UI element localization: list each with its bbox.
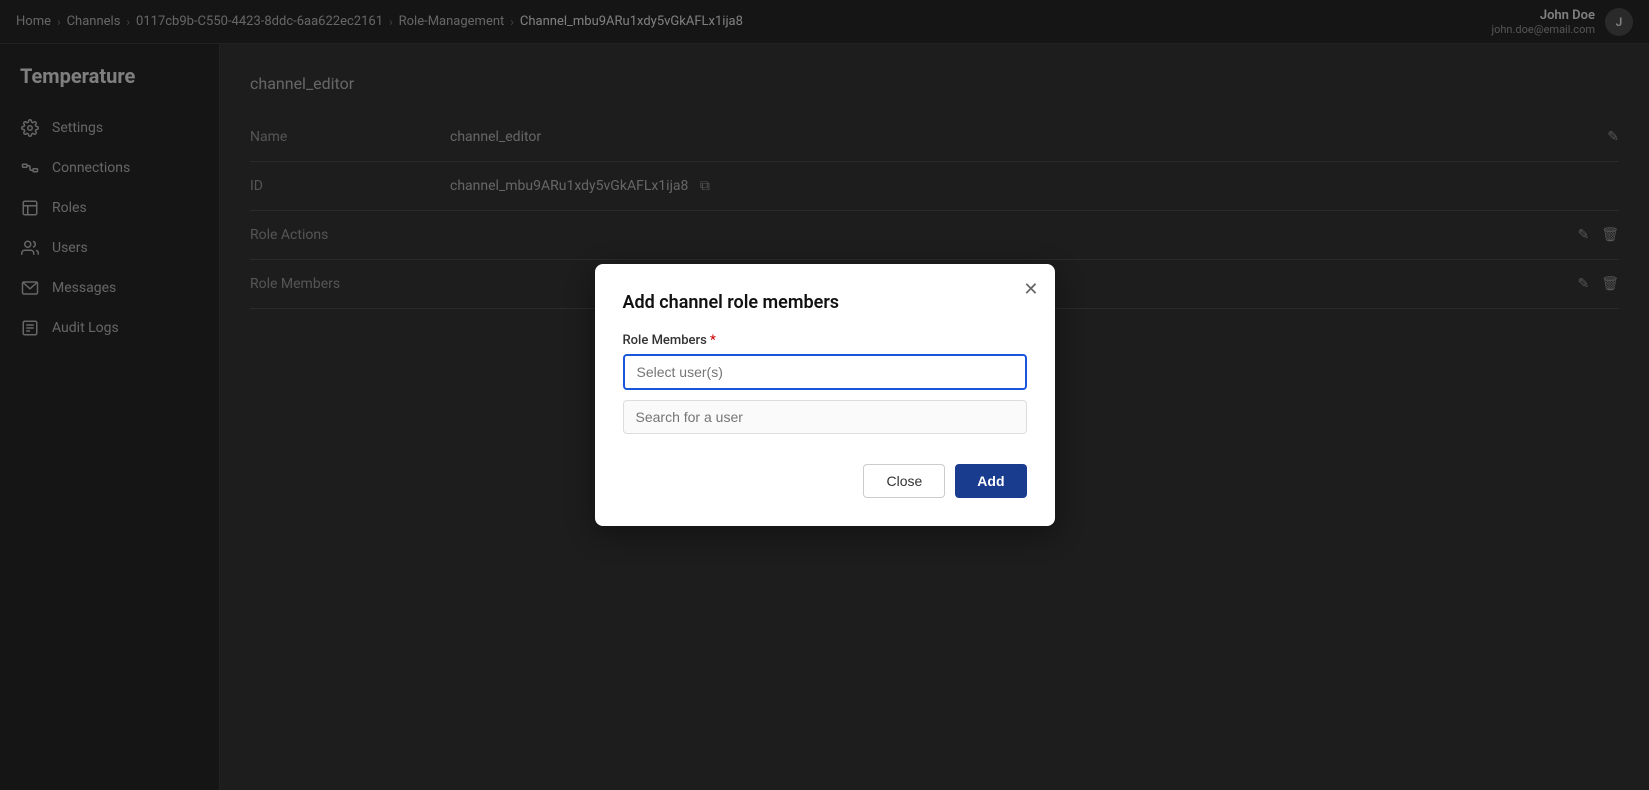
required-indicator: * [710,333,716,348]
modal-overlay: ✕ Add channel role members Role Members … [0,0,1649,790]
role-members-label: Role Members * [623,333,1027,348]
search-user-input[interactable] [623,400,1027,434]
select-users-input[interactable] [623,354,1027,390]
close-modal-button[interactable]: Close [863,464,945,498]
modal-close-button[interactable]: ✕ [1023,280,1038,298]
modal-title: Add channel role members [623,292,1027,313]
modal-footer: Close Add [623,464,1027,498]
add-button[interactable]: Add [955,464,1026,498]
add-role-members-modal: ✕ Add channel role members Role Members … [595,264,1055,526]
